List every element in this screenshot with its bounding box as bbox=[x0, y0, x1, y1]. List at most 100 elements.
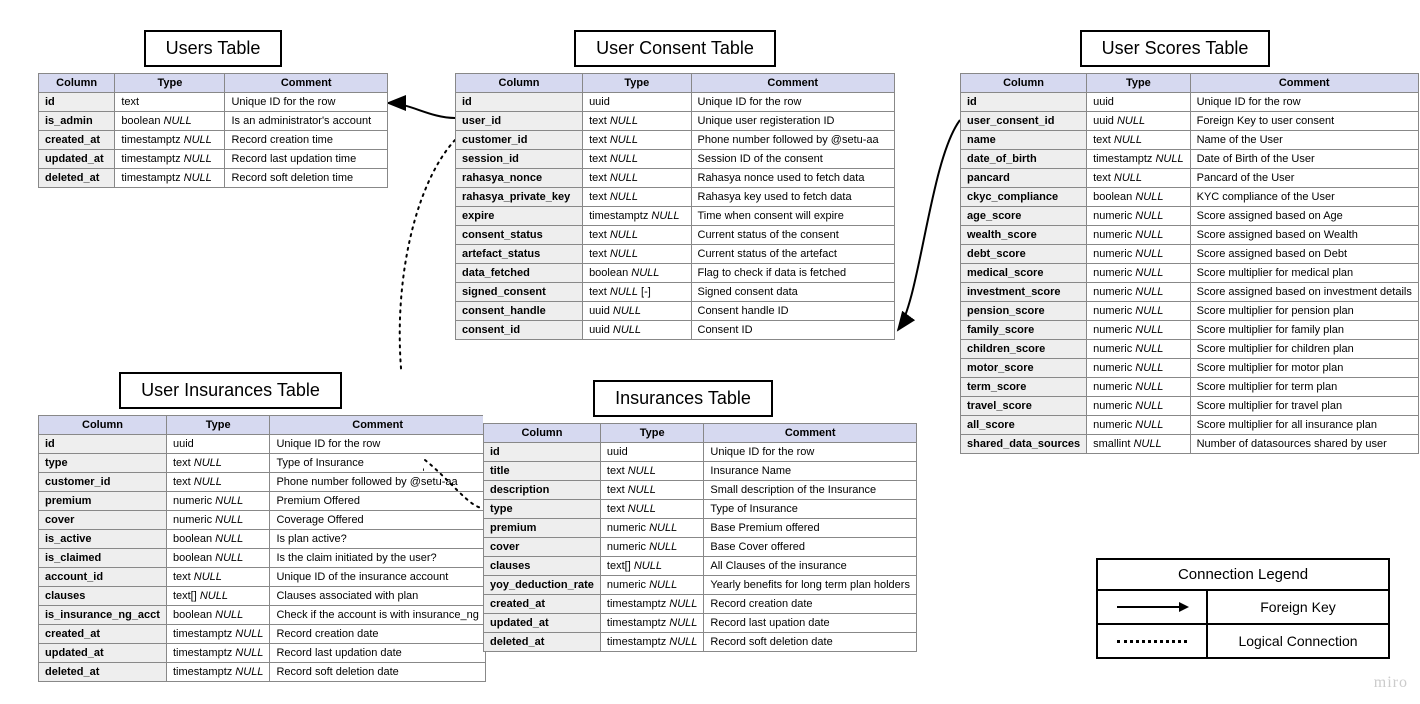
column-comment: Is an administrator's account bbox=[225, 112, 388, 131]
column-comment: Score multiplier for medical plan bbox=[1190, 264, 1418, 283]
column-type: timestamptz NULL bbox=[600, 633, 703, 652]
column-type: timestamptz NULL bbox=[600, 595, 703, 614]
column-comment: Is plan active? bbox=[270, 530, 485, 549]
column-comment: Record soft deletion date bbox=[704, 633, 917, 652]
table-row: updated_attimestamptz NULLRecord last up… bbox=[484, 614, 917, 633]
table-row: updated_attimestamptz NULLRecord last up… bbox=[39, 644, 486, 663]
column-type: text NULL bbox=[600, 462, 703, 481]
column-type: timestamptz NULL bbox=[583, 207, 691, 226]
comment-header: Comment bbox=[691, 74, 895, 93]
column-type: numeric NULL bbox=[1087, 207, 1190, 226]
column-type: numeric NULL bbox=[1087, 321, 1190, 340]
column-type: text NULL bbox=[583, 131, 691, 150]
column-name: clauses bbox=[484, 557, 601, 576]
column-name: premium bbox=[39, 492, 167, 511]
table-row: created_attimestamptz NULLRecord creatio… bbox=[39, 625, 486, 644]
column-comment: Record creation time bbox=[225, 131, 388, 150]
column-type: numeric NULL bbox=[166, 492, 269, 511]
table-row: signed_consenttext NULL [-]Signed consen… bbox=[456, 283, 895, 302]
connection-legend: Connection Legend Foreign Key Logical Co… bbox=[1096, 558, 1390, 659]
column-type: uuid NULL bbox=[583, 302, 691, 321]
table-row: iduuidUnique ID for the row bbox=[484, 443, 917, 462]
col-header: Column bbox=[961, 74, 1087, 93]
column-type: text[] NULL bbox=[600, 557, 703, 576]
scores-grid: Column Type Comment iduuidUnique ID for … bbox=[960, 73, 1419, 454]
column-comment: Number of datasources shared by user bbox=[1190, 435, 1418, 454]
column-comment: Name of the User bbox=[1190, 131, 1418, 150]
column-name: signed_consent bbox=[456, 283, 583, 302]
column-comment: Consent ID bbox=[691, 321, 895, 340]
column-name: pension_score bbox=[961, 302, 1087, 321]
column-name: deleted_at bbox=[39, 169, 115, 188]
column-name: children_score bbox=[961, 340, 1087, 359]
dotted-icon bbox=[1117, 640, 1187, 643]
users-table: Users Table Column Type Comment idtextUn… bbox=[38, 30, 388, 188]
column-comment: Premium Offered bbox=[270, 492, 485, 511]
table-row: account_idtext NULLUnique ID of the insu… bbox=[39, 568, 486, 587]
legend-title: Connection Legend bbox=[1098, 560, 1388, 591]
table-row: customer_idtext NULLPhone number followe… bbox=[456, 131, 895, 150]
type-header: Type bbox=[115, 74, 225, 93]
column-name: is_insurance_ng_acct bbox=[39, 606, 167, 625]
column-type: uuid bbox=[583, 93, 691, 112]
column-type: numeric NULL bbox=[1087, 245, 1190, 264]
table-row: age_scorenumeric NULLScore assigned base… bbox=[961, 207, 1419, 226]
column-name: created_at bbox=[39, 625, 167, 644]
legend-logical-label: Logical Connection bbox=[1208, 625, 1388, 657]
column-type: text NULL bbox=[600, 481, 703, 500]
column-type: boolean NULL bbox=[166, 606, 269, 625]
column-comment: Pancard of the User bbox=[1190, 169, 1418, 188]
column-type: numeric NULL bbox=[1087, 416, 1190, 435]
table-row: term_scorenumeric NULLScore multiplier f… bbox=[961, 378, 1419, 397]
table-row: is_insurance_ng_acctboolean NULLCheck if… bbox=[39, 606, 486, 625]
column-name: ckyc_compliance bbox=[961, 188, 1087, 207]
column-comment: Score multiplier for children plan bbox=[1190, 340, 1418, 359]
column-name: date_of_birth bbox=[961, 150, 1087, 169]
column-type: text NULL bbox=[583, 169, 691, 188]
column-comment: Date of Birth of the User bbox=[1190, 150, 1418, 169]
column-comment: Check if the account is with insurance_n… bbox=[270, 606, 485, 625]
column-type: numeric NULL bbox=[1087, 226, 1190, 245]
column-comment: Current status of the consent bbox=[691, 226, 895, 245]
column-type: timestamptz NULL bbox=[115, 150, 225, 169]
table-row: deleted_attimestamptz NULLRecord soft de… bbox=[484, 633, 917, 652]
table-row: user_idtext NULLUnique user registeratio… bbox=[456, 112, 895, 131]
table-row: created_attimestamptz NULLRecord creatio… bbox=[39, 131, 388, 150]
table-row: nametext NULLName of the User bbox=[961, 131, 1419, 150]
type-header: Type bbox=[583, 74, 691, 93]
column-name: account_id bbox=[39, 568, 167, 587]
table-row: session_idtext NULLSession ID of the con… bbox=[456, 150, 895, 169]
type-header: Type bbox=[1087, 74, 1190, 93]
column-name: investment_score bbox=[961, 283, 1087, 302]
column-comment: Type of Insurance bbox=[704, 500, 917, 519]
column-comment: Score multiplier for family plan bbox=[1190, 321, 1418, 340]
column-comment: Record last upation date bbox=[704, 614, 917, 633]
table-row: date_of_birthtimestamptz NULLDate of Bir… bbox=[961, 150, 1419, 169]
column-comment: Signed consent data bbox=[691, 283, 895, 302]
column-name: updated_at bbox=[39, 150, 115, 169]
column-type: uuid bbox=[166, 435, 269, 454]
column-comment: Score assigned based on Wealth bbox=[1190, 226, 1418, 245]
insurances-table: Insurances Table Column Type Comment idu… bbox=[483, 380, 883, 652]
column-type: numeric NULL bbox=[600, 538, 703, 557]
user-insurances-table: User Insurances Table Column Type Commen… bbox=[38, 372, 423, 682]
col-header: Column bbox=[39, 416, 167, 435]
column-name: age_score bbox=[961, 207, 1087, 226]
comment-header: Comment bbox=[225, 74, 388, 93]
table-row: shared_data_sourcessmallint NULLNumber o… bbox=[961, 435, 1419, 454]
col-header: Column bbox=[484, 424, 601, 443]
column-name: travel_score bbox=[961, 397, 1087, 416]
column-name: cover bbox=[484, 538, 601, 557]
column-name: updated_at bbox=[484, 614, 601, 633]
column-name: debt_score bbox=[961, 245, 1087, 264]
column-name: title bbox=[484, 462, 601, 481]
column-comment: Record last updation date bbox=[270, 644, 485, 663]
column-comment: Rahasya nonce used to fetch data bbox=[691, 169, 895, 188]
column-comment: Session ID of the consent bbox=[691, 150, 895, 169]
column-comment: Coverage Offered bbox=[270, 511, 485, 530]
column-type: timestamptz NULL bbox=[600, 614, 703, 633]
column-name: user_id bbox=[456, 112, 583, 131]
column-comment: Unique user registeration ID bbox=[691, 112, 895, 131]
column-name: clauses bbox=[39, 587, 167, 606]
column-type: timestamptz NULL bbox=[166, 644, 269, 663]
